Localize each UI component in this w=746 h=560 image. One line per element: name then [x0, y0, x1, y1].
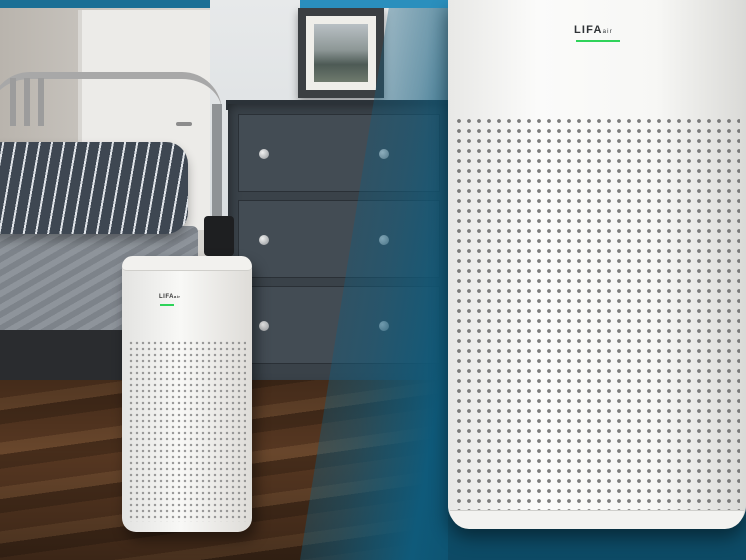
brand-logo: LIFAair [159, 294, 181, 300]
bed-post-cap [204, 216, 234, 256]
picture-frame [298, 8, 384, 98]
status-indicator [160, 304, 174, 306]
air-grille [454, 116, 740, 516]
photo-composite: LIFAair LIFAair [0, 0, 746, 560]
air-purifier-small: LIFAair [122, 256, 252, 532]
brand-logo: LIFAair [574, 24, 613, 36]
drawer-knob [259, 235, 269, 245]
purifier-base [450, 510, 744, 529]
framed-photo [314, 24, 368, 82]
air-purifier-closeup: LIFAair [448, 0, 746, 529]
bed-post [212, 104, 222, 234]
drawer-knob [259, 149, 269, 159]
air-grille [128, 340, 246, 522]
drawer-knob [259, 321, 269, 331]
bed-headboard [0, 72, 222, 139]
striped-pillow [0, 142, 188, 234]
status-indicator [576, 40, 620, 42]
